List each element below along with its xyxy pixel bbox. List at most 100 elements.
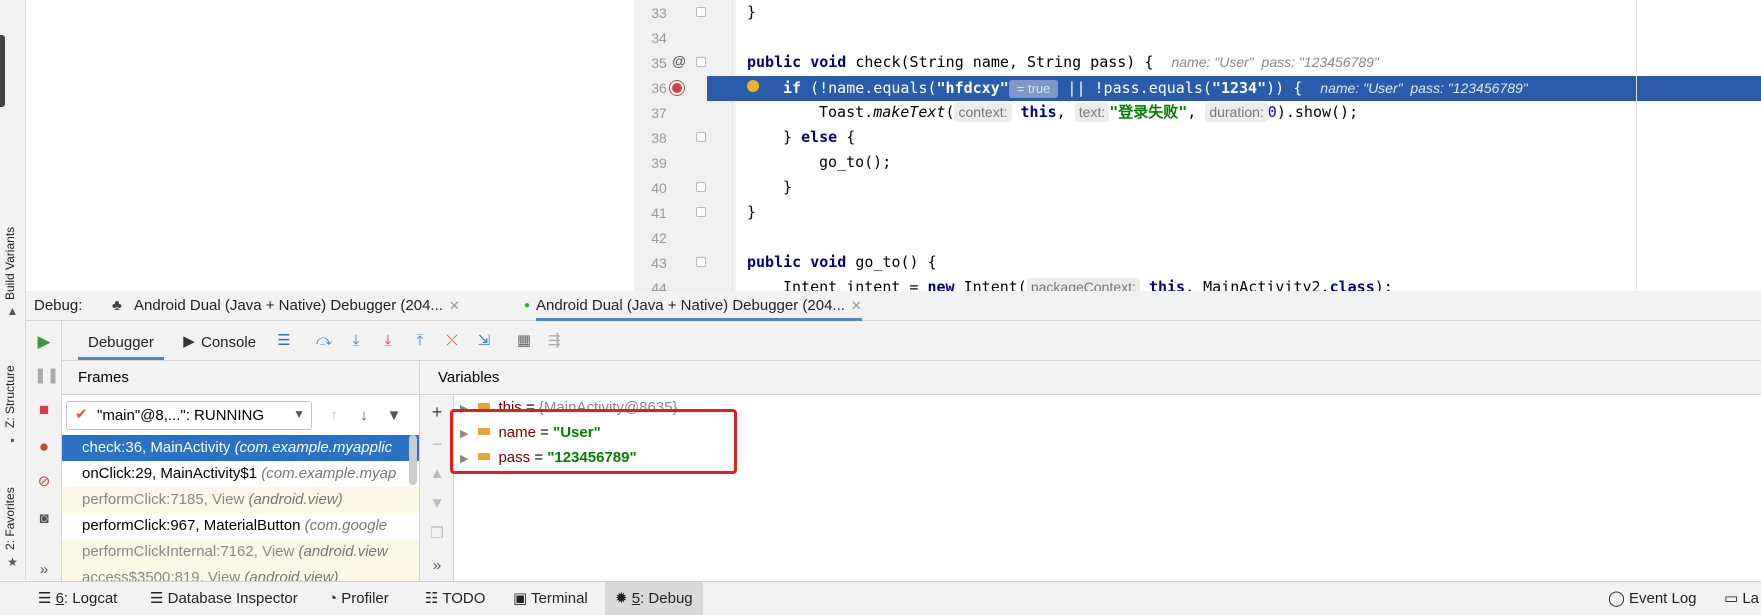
frame-row[interactable]: check:36, MainActivity (com.example.myap…	[62, 435, 419, 461]
code-line-39: go_to();	[819, 153, 892, 171]
scroll-marker	[0, 35, 5, 107]
code-line-44: Intent intent = new Intent(packageContex…	[783, 275, 1393, 291]
debug-session-tab-active[interactable]: Android Dual (Java + Native) Debugger (2…	[536, 291, 862, 321]
code-line-40: }	[783, 178, 793, 196]
drop-frame-icon[interactable]: ⤬	[442, 332, 462, 350]
force-step-into-icon[interactable]: ⤓	[378, 332, 398, 350]
mute-breakpoints-icon[interactable]: ⊘	[34, 473, 54, 491]
layout-menu-icon[interactable]: ☰	[274, 332, 294, 350]
logcat-tab[interactable]: ☰ 6: Logcat	[38, 582, 117, 615]
console-tab[interactable]: Console	[201, 326, 256, 360]
chevron-down-icon: ▼	[293, 407, 305, 421]
intention-bulb-icon[interactable]	[747, 80, 759, 92]
code-line-41: }	[747, 203, 757, 221]
layout-icon: ▭	[1724, 590, 1743, 607]
move-down-icon[interactable]: ▼	[427, 495, 447, 513]
build-variants-icon: ▲	[6, 304, 19, 318]
frames-header-bar: Frames	[62, 361, 420, 395]
fold-marker-icon[interactable]	[696, 132, 706, 142]
step-into-icon[interactable]: ⤓	[346, 332, 366, 350]
close-icon[interactable]: ✕	[449, 298, 460, 313]
trace-icon[interactable]: ⇶	[544, 332, 564, 350]
debug-actions-bar: ▶ ❚❚ ■ ● ⊘ ◙ »	[26, 321, 62, 581]
fold-marker-icon[interactable]	[696, 207, 706, 217]
todo-tab[interactable]: ☷ TODO	[425, 582, 485, 615]
line-number: 44	[651, 280, 667, 291]
fold-marker-icon[interactable]	[696, 7, 706, 17]
step-out-icon[interactable]: ⤒	[410, 332, 430, 350]
arrow-down-icon[interactable]: ↓	[354, 407, 374, 425]
copy-icon[interactable]: ❐	[427, 525, 447, 543]
debug-tab[interactable]: ✹ 5: Debug	[605, 582, 703, 615]
more-icon[interactable]: »	[427, 557, 447, 575]
left-tool-strip: Build Variants ▲ Z: Structure ▪ 2: Favor…	[0, 0, 26, 580]
thread-selector-value: "main"@8,...": RUNNING	[97, 407, 265, 424]
fold-marker-icon[interactable]	[696, 182, 706, 192]
frames-scrollbar[interactable]	[409, 435, 417, 485]
layout-inspector-tab[interactable]: ▭ La	[1724, 582, 1759, 615]
view-breakpoints-icon[interactable]: ●	[34, 438, 54, 456]
inline-debug-values: name: "User" pass: "123456789"	[1171, 54, 1379, 70]
more-icon[interactable]: »	[34, 561, 54, 579]
variables-header: Variables	[438, 369, 500, 386]
thread-selector[interactable]: ✔ "main"@8,...": RUNNING ▼	[66, 401, 312, 430]
add-watch-icon[interactable]: +	[427, 403, 447, 421]
debug-tab-bar: Debug: ♣ Android Dual (Java + Native) De…	[26, 291, 1761, 321]
code-line-37: Toast.makeText(context: this, text: "登录失败…	[819, 103, 1359, 122]
override-marker-icon[interactable]: @	[672, 53, 686, 69]
debug-label: Debug:	[34, 297, 83, 314]
move-up-icon[interactable]: ▲	[427, 465, 447, 483]
fold-marker-icon[interactable]	[696, 257, 706, 267]
bug-icon: ✹	[615, 590, 632, 607]
debug-toolbar: Debugger ▶ Console ☰ ⤼ ⤓ ⤓ ⤒ ⤬ ⇲ ▦ ⇶	[26, 321, 1761, 361]
debugger-tab[interactable]: Debugger	[78, 326, 164, 360]
filter-icon[interactable]: ▼	[384, 407, 404, 425]
console-icon: ▶	[183, 333, 195, 350]
build-variants-tab[interactable]: Build Variants	[3, 227, 17, 300]
line-number: 40	[651, 180, 667, 196]
variables-actions-bar: + − ▲ ▼ ❐ »	[420, 395, 454, 581]
evaluated-inlay: = true	[1008, 80, 1059, 98]
breakpoint-icon[interactable]	[670, 81, 684, 95]
code-line-33: }	[747, 3, 757, 21]
profiler-tab[interactable]: ◔ Profiler	[328, 582, 389, 615]
arrow-up-icon[interactable]: ↑	[324, 407, 344, 425]
frames-header: Frames	[78, 369, 129, 386]
debug-session-tab[interactable]: Android Dual (Java + Native) Debugger (2…	[134, 291, 460, 321]
code-line-43: public void go_to() {	[747, 253, 937, 271]
frame-row[interactable]: performClick:7185, View (android.view)	[62, 487, 419, 513]
check-icon: ✔	[75, 406, 88, 423]
structure-icon: ▪	[10, 433, 15, 447]
line-number: 39	[651, 155, 667, 171]
camera-icon[interactable]: ◙	[34, 510, 54, 528]
run-to-cursor-icon[interactable]: ⇲	[474, 332, 494, 350]
frame-row[interactable]: onClick:29, MainActivity$1 (com.example.…	[62, 461, 419, 487]
resume-icon[interactable]: ▶	[34, 333, 54, 351]
favorites-tab[interactable]: 2: Favorites	[3, 487, 17, 550]
event-log-tab[interactable]: ◯ Event Log	[1608, 582, 1697, 615]
line-number: 41	[651, 205, 667, 221]
event-log-icon: ◯	[1608, 590, 1629, 607]
fold-marker-icon[interactable]	[696, 57, 706, 67]
code-line-36: if (!name.equals("hfdcxy" = true || !pass…	[783, 79, 1528, 98]
database-inspector-tab[interactable]: ☰ Database Inspector	[150, 582, 298, 615]
frame-row[interactable]: performClickInternal:7162, View (android…	[62, 539, 419, 565]
terminal-tab[interactable]: ▣ Terminal	[513, 582, 588, 615]
frame-row[interactable]: performClick:967, MaterialButton (com.go…	[62, 513, 419, 539]
running-indicator-icon: ●	[524, 300, 531, 311]
remove-watch-icon[interactable]: −	[427, 435, 447, 453]
stop-icon[interactable]: ■	[34, 401, 54, 419]
code-line-35: public void check(String name, String pa…	[747, 53, 1379, 71]
code-line-38: } else {	[783, 128, 856, 146]
close-icon[interactable]: ✕	[851, 298, 862, 313]
evaluate-expression-icon[interactable]: ▦	[514, 332, 534, 350]
code-editor[interactable]: 33 34 35 36 37 38 39 40 41 42 43 44 @ } …	[26, 0, 1761, 291]
logcat-icon: ☰	[38, 590, 56, 607]
pause-icon[interactable]: ❚❚	[34, 367, 59, 385]
line-number: 43	[651, 255, 667, 271]
frames-panel: ✔ "main"@8,...": RUNNING ▼ ↑ ↓ ▼ check:3…	[62, 395, 420, 591]
structure-tab[interactable]: Z: Structure	[3, 365, 17, 428]
android-icon: ♣	[112, 297, 122, 314]
line-number: 38	[651, 130, 667, 146]
step-over-icon[interactable]: ⤼	[314, 332, 334, 350]
